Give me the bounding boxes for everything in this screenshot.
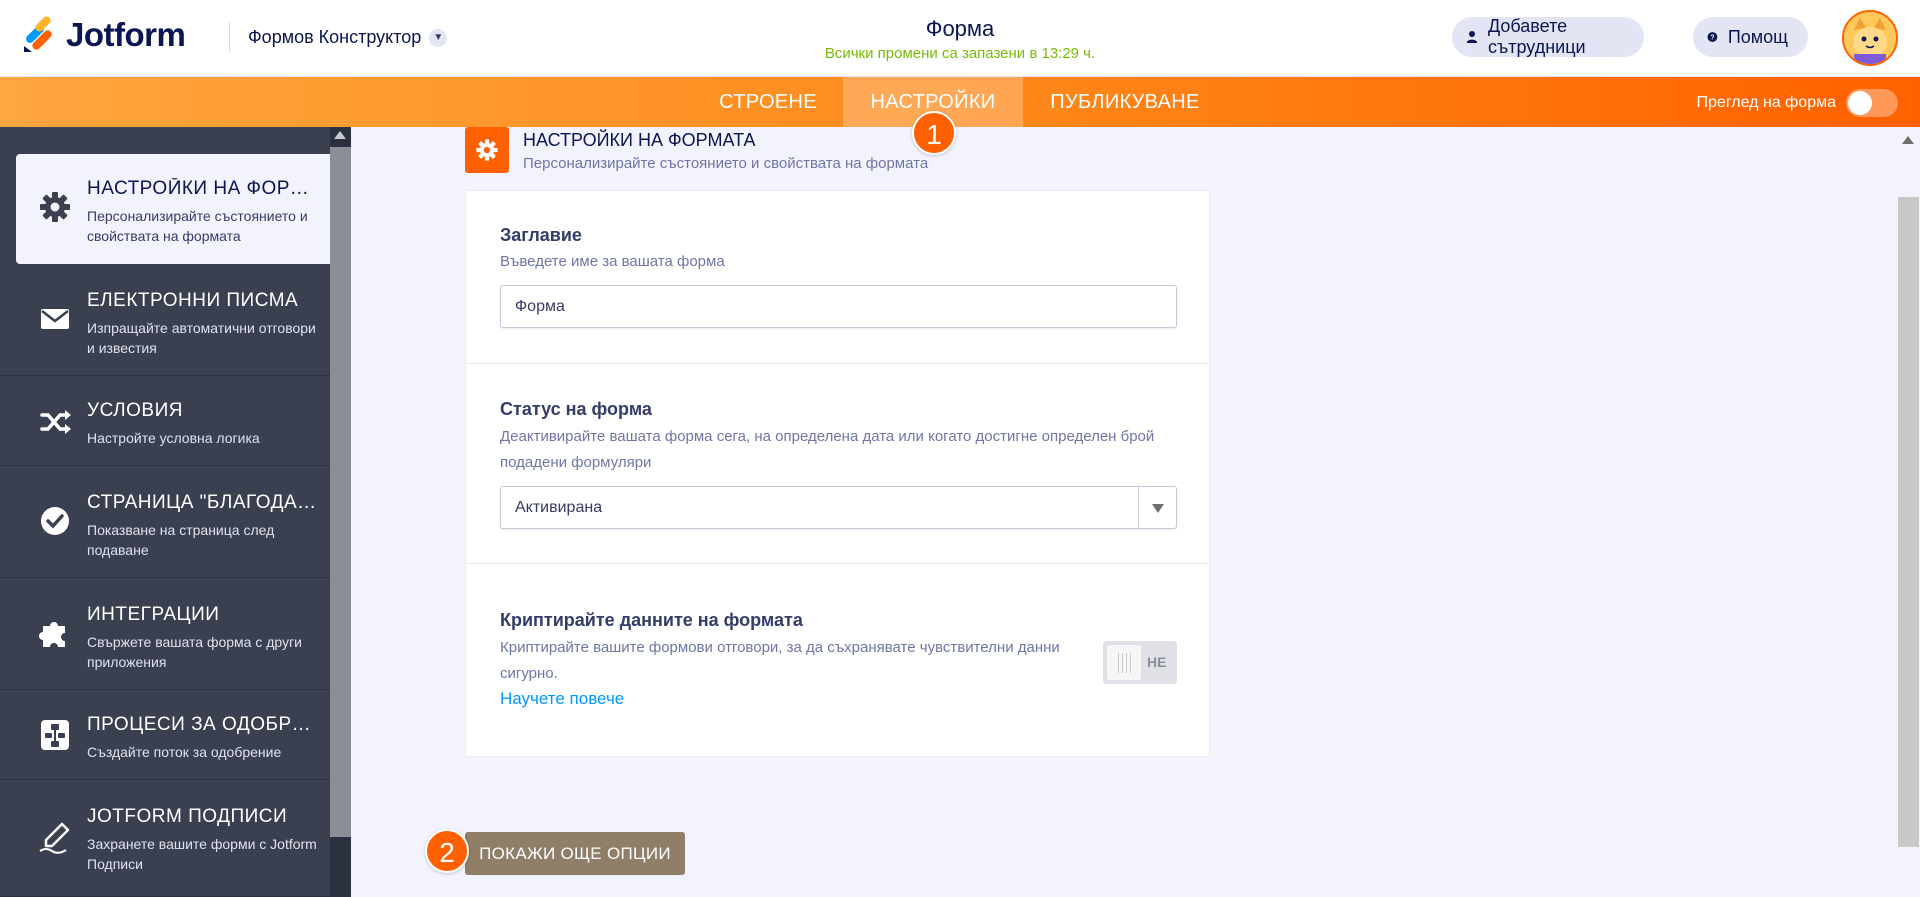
- jotform-logo[interactable]: Jotform: [22, 16, 186, 54]
- check-circle-icon: [41, 507, 69, 535]
- puzzle-icon: [39, 622, 65, 647]
- sidebar-item-desc: Настройте условна логика: [87, 430, 260, 446]
- title-field-label: Заглавие: [500, 225, 582, 245]
- gear-icon: [40, 192, 70, 222]
- chevron-down-icon: ▼: [429, 28, 448, 47]
- status-field-desc: Деактивирайте вашата форма сега, на опре…: [500, 428, 1155, 471]
- learn-more-link[interactable]: Научете повече: [500, 689, 624, 709]
- sidebar-item-title: JOTFORM ПОДПИСИ: [87, 806, 288, 827]
- sidebar-item-title: СТРАНИЦА "БЛАГОДАРЯ": [87, 492, 322, 513]
- sidebar-scroll-thumb[interactable]: [330, 147, 351, 837]
- sidebar-item-title: НАСТРОЙКИ НА ФОРМ...: [87, 178, 322, 199]
- sidebar-item-integrations[interactable]: ИНТЕГРАЦИИ Свържете вашата форма с други…: [0, 578, 330, 690]
- sidebar-scrollbar[interactable]: [330, 127, 351, 897]
- sidebar-item-signatures[interactable]: JOTFORM ПОДПИСИ Захранете вашите форми с…: [0, 780, 330, 897]
- form-preview-label: Преглед на форма: [1696, 94, 1836, 111]
- question-icon: ?: [1707, 32, 1718, 42]
- form-title-input[interactable]: Форма: [500, 285, 1177, 328]
- sidebar-item-desc: Свържете вашата форма с други приложения: [87, 634, 302, 670]
- sidebar-item-conditions[interactable]: УСЛОВИЯ Настройте условна логика: [0, 376, 330, 466]
- pen-icon: [39, 822, 70, 854]
- sidebar-item-title: ИНТЕГРАЦИИ: [87, 604, 220, 625]
- flow-icon: [41, 720, 69, 750]
- sidebar-item-title: ЕЛЕКТРОННИ ПИСМА: [87, 290, 299, 311]
- sidebar-item-desc: Изпращайте автоматични отговори и извест…: [87, 320, 316, 356]
- main-scroll-thumb[interactable]: [1898, 197, 1919, 847]
- builder-dropdown[interactable]: Формов Конструктор ▼: [248, 27, 448, 48]
- sidebar-item-title: УСЛОВИЯ: [87, 400, 183, 421]
- help-label: Помощ: [1727, 26, 1788, 47]
- svg-text:?: ?: [1710, 35, 1714, 42]
- sidebar-item-desc: Захранете вашите форми с Jotform Подписи: [87, 836, 317, 872]
- header-divider: [229, 22, 230, 52]
- show-more-options-button[interactable]: ПОКАЖИ ОЩЕ ОПЦИИ: [465, 832, 685, 875]
- tab-publish[interactable]: ПУБЛИКУВАНЕ: [1040, 77, 1210, 127]
- form-settings-card: Заглавие Въведете име за вашата форма Фо…: [465, 190, 1211, 758]
- tab-build[interactable]: СТРОЕНЕ: [708, 77, 828, 127]
- encrypt-field-label: Криптирайте данните на формата: [500, 610, 803, 630]
- encrypt-toggle[interactable]: НЕ: [1103, 641, 1177, 684]
- sidebar-item-thank-you[interactable]: СТРАНИЦА "БЛАГОДАРЯ" Показване на страни…: [0, 466, 330, 578]
- scroll-up-arrow-icon[interactable]: [1902, 136, 1914, 144]
- status-field-label: Статус на форма: [500, 399, 652, 419]
- encrypt-toggle-label: НЕ: [1147, 654, 1167, 670]
- form-title-area: Форма Всички промени са запазени в 13:29…: [760, 16, 1160, 62]
- avatar[interactable]: [1842, 10, 1898, 66]
- toggle-knob: [1107, 645, 1141, 680]
- section-header: НАСТРОЙКИ НА ФОРМАТА Персонализирайте съ…: [465, 127, 928, 173]
- sidebar-item-desc: Показване на страница след подаване: [87, 522, 275, 558]
- sidebar-item-emails[interactable]: ЕЛЕКТРОННИ ПИСМА Изпращайте автоматични …: [0, 264, 330, 376]
- help-button[interactable]: ? Помощ: [1693, 17, 1808, 57]
- gear-icon: [465, 127, 509, 173]
- status-field: Статус на форма Деактивирайте вашата фор…: [466, 364, 1211, 564]
- envelope-icon: [41, 309, 69, 329]
- top-header: Jotform Формов Конструктор ▼ Форма Всичк…: [0, 0, 1920, 77]
- annotation-badge-1: 1: [912, 111, 956, 155]
- caret-down-icon: [1138, 487, 1176, 528]
- main-nav: СТРОЕНЕ НАСТРОЙКИ ПУБЛИКУВАНЕ: [0, 77, 1920, 127]
- builder-label: Формов Конструктор: [248, 27, 422, 47]
- sidebar-item-desc: Персонализирайте състоянието и свойстват…: [87, 208, 308, 244]
- form-preview-toggle[interactable]: Преглед на форма: [1697, 89, 1898, 117]
- jotform-logo-icon: [22, 16, 56, 54]
- title-field-desc: Въведете име за вашата форма: [500, 253, 725, 270]
- save-status: Всички промени са запазени в 13:29 ч.: [824, 45, 1096, 62]
- form-status-value: Активирана: [515, 499, 603, 516]
- add-collaborators-button[interactable]: Добавете сътрудници: [1452, 16, 1644, 57]
- title-field: Заглавие Въведете име за вашата форма Фо…: [466, 191, 1211, 364]
- section-subtitle: Персонализирайте състоянието и свойстват…: [523, 155, 929, 172]
- sidebar-item-desc: Създайте поток за одобрение: [87, 744, 282, 760]
- logo-text: Jotform: [66, 16, 186, 53]
- encrypt-field: Криптирайте данните на формата Криптирай…: [466, 564, 1211, 758]
- annotation-badge-2: 2: [425, 829, 469, 873]
- shuffle-icon: [40, 410, 71, 434]
- settings-sidebar: НАСТРОЙКИ НА ФОРМ... Персонализирайте съ…: [0, 127, 330, 897]
- sidebar-item-approval-flows[interactable]: ПРОЦЕСИ ЗА ОДОБРЕН... Създайте поток за …: [0, 690, 330, 780]
- sidebar-item-form-settings[interactable]: НАСТРОЙКИ НА ФОРМ... Персонализирайте съ…: [16, 154, 330, 264]
- scroll-up-arrow-icon[interactable]: [334, 131, 346, 139]
- form-status-select[interactable]: Активирана: [500, 486, 1177, 529]
- encrypt-field-desc: Криптирайте вашите формови отговори, за …: [500, 639, 1060, 682]
- preview-switch[interactable]: [1846, 89, 1898, 117]
- user-icon: [1466, 31, 1478, 43]
- main-scrollbar[interactable]: [1897, 127, 1920, 897]
- sidebar-item-title: ПРОЦЕСИ ЗА ОДОБРЕН...: [87, 714, 322, 735]
- add-collaborators-label: Добавете сътрудници: [1487, 16, 1586, 57]
- section-title: НАСТРОЙКИ НА ФОРМАТА: [523, 130, 756, 150]
- form-title[interactable]: Форма: [760, 16, 1160, 42]
